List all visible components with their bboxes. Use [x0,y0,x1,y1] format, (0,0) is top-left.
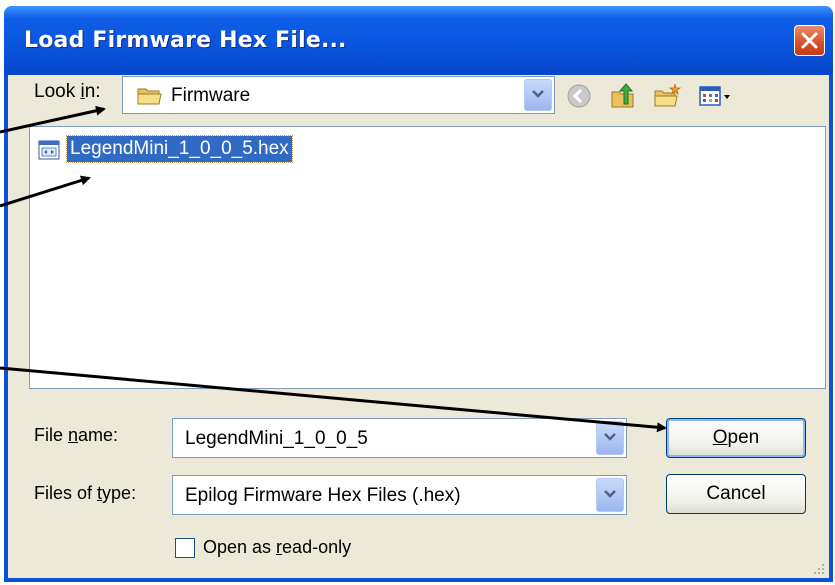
hex-file-icon [38,140,60,160]
chevron-down-icon [532,90,544,98]
cancel-button[interactable]: Cancel [666,474,806,514]
file-name-combo[interactable]: LegendMini_1_0_0_5 [172,418,627,458]
file-type-value: Epilog Firmware Hex Files (.hex) [185,485,461,506]
file-type-label: Files of type: [34,483,137,503]
new-folder-icon [654,83,682,107]
close-button[interactable] [794,25,825,56]
back-icon [567,84,591,108]
window-title: Load Firmware Hex File... [24,28,347,53]
file-name-label: File name: [34,425,119,445]
open-button[interactable]: Open [666,418,806,458]
file-list[interactable]: LegendMini_1_0_0_5.hex [29,126,826,389]
look-in-dropdown-button[interactable] [524,79,552,111]
title-bar[interactable]: Load Firmware Hex File... [4,6,833,75]
back-button[interactable] [565,82,593,110]
look-in-value: Firmware [171,85,251,106]
look-in-combo[interactable]: Firmware [122,76,555,114]
read-only-checkbox[interactable] [175,538,195,558]
views-menu-icon [699,86,730,106]
look-in-label: Look in: [34,81,101,102]
read-only-label[interactable]: Open as read-only [203,537,351,558]
up-one-level-button[interactable] [609,82,637,110]
file-type-combo[interactable]: Epilog Firmware Hex Files (.hex) [172,475,627,515]
file-item-name: LegendMini_1_0_0_5.hex [66,135,293,163]
views-menu-button[interactable] [697,82,733,110]
folder-icon [137,88,162,105]
close-icon [801,32,818,49]
chevron-down-icon [604,433,616,441]
size-grip-icon[interactable] [812,562,826,576]
chevron-down-icon [604,490,616,498]
up-one-level-icon [611,83,634,108]
file-type-dropdown-button[interactable] [596,478,624,512]
file-name-input[interactable]: LegendMini_1_0_0_5 [185,428,368,450]
file-name-dropdown-button[interactable] [596,421,624,455]
new-folder-button[interactable] [653,82,682,110]
